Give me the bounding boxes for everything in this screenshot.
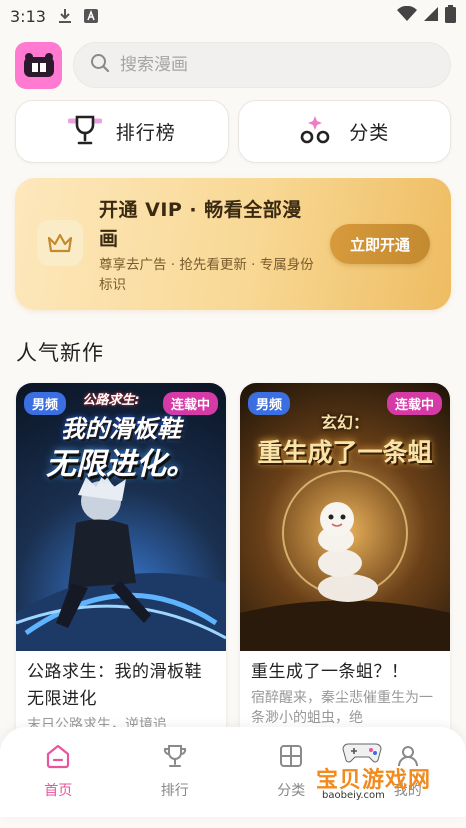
crown-icon [37,220,83,266]
ranking-entry-label: 排行榜 [115,122,176,144]
vip-subtitle: 尊享去广告 · 抢先看更新 · 专属身份标识 [99,257,314,293]
cover-text-line1: 公路求生: [82,393,140,408]
comic-card[interactable]: 男频 连载中 玄幻： 重生成了一条蛆 重生成了一条蛆？！ 宿醉醒来，秦尘悲催重生… [240,383,450,743]
nav-category-label: 分类 [277,783,306,799]
cover-text-line1: 玄幻： [320,413,369,432]
vip-title: 开通 VIP · 畅看全部漫画 [99,199,302,250]
search-icon [90,53,110,77]
category-entry-button[interactable]: 分类 [237,100,451,163]
nav-home[interactable]: 首页 [0,727,117,817]
category-entry-label: 分类 [349,122,390,144]
quick-entries: 排行榜 分类 [15,100,451,164]
comic-title: 重生成了一条蛆？！ [251,662,409,682]
trophy-outline-icon [162,743,188,773]
comic-cover: 男频 连载中 玄幻： 重生成了一条蛆 [240,383,450,651]
ranking-entry-button[interactable]: 排行榜 [15,100,229,163]
battery-icon [445,5,456,27]
status-time: 3:13 [10,6,46,26]
wifi-icon [397,5,417,26]
cover-text-line3: 无限进化。 [46,447,196,482]
section-title: 人气新作 [16,341,104,365]
font-a-icon [82,7,100,25]
download-icon [56,7,74,25]
category-bubbles-icon [299,113,335,151]
cover-text-line2: 重生成了一条蛆 [257,438,433,467]
gamepad-icon [342,743,382,763]
comic-cover: 男频 连载中 公路求生: 我的滑板鞋 无限进化。 [16,383,226,651]
nav-ranking[interactable]: 排行 [117,727,234,817]
app-logo[interactable] [15,41,62,89]
comic-card[interactable]: 男频 连载中 公路求生: 我的滑板鞋 无限进化。 公路求生：我的滑板鞋无限进化 … [16,383,226,743]
signal-icon [423,6,439,26]
comic-title: 公路求生：我的滑板鞋无限进化 [27,662,202,709]
watermark: 宝贝游戏网 baobeiy.com [316,742,456,804]
search-bar[interactable] [73,42,451,88]
header [15,41,451,89]
vip-banner[interactable]: 开通 VIP · 畅看全部漫画 尊享去广告 · 抢先看更新 · 专属身份标识 立… [15,178,451,310]
nav-ranking-label: 排行 [160,783,189,799]
nav-home-label: 首页 [44,783,73,799]
status-bar: 3:13 [0,0,466,32]
grid-icon [278,743,304,773]
vip-subscribe-button[interactable]: 立即开通 [330,224,430,264]
trophy-icon [67,113,103,151]
home-icon [45,743,71,773]
comic-desc: 宿醉醒来，秦尘悲催重生为一条渺小的蛆虫，绝 [251,690,433,726]
search-input[interactable] [120,55,380,75]
watermark-url: baobeiy.com [322,790,385,801]
